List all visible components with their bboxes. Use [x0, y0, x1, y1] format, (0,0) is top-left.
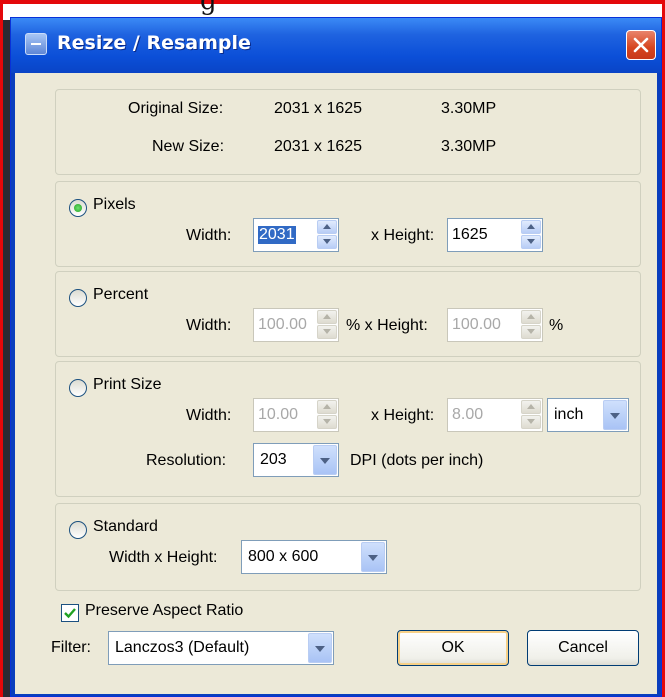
size-info-panel: Original Size: 2031 x 1625 3.30MP New Si…	[55, 89, 641, 175]
standard-radio-label[interactable]: Standard	[93, 518, 158, 536]
percent-width-value[interactable]: 100.00	[258, 316, 307, 334]
window-menu-icon[interactable]	[25, 33, 47, 55]
pixels-width-value[interactable]: 2031	[258, 226, 296, 244]
chevron-down-icon[interactable]	[361, 542, 385, 572]
background-caption: g	[200, 0, 217, 16]
ok-button[interactable]: OK	[397, 630, 509, 666]
pixels-height-label: x Height:	[371, 227, 435, 244]
resolution-value[interactable]: 203	[260, 451, 287, 469]
spin-down-icon[interactable]	[521, 325, 541, 339]
pixels-radio[interactable]	[69, 199, 87, 217]
print-height-label: x Height:	[371, 407, 435, 424]
spin-up-icon[interactable]	[317, 220, 337, 234]
new-size-dims: 2031 x 1625	[274, 138, 363, 155]
print-unit-select[interactable]: inch	[547, 398, 629, 432]
pixels-height-field[interactable]: 1625	[447, 218, 543, 252]
dialog-title: Resize / Resample	[57, 32, 251, 54]
pixels-width-label: Width:	[186, 227, 232, 244]
pixels-height-value[interactable]: 1625	[452, 226, 488, 244]
spin-up-icon[interactable]	[317, 400, 337, 414]
print-width-value[interactable]: 10.00	[258, 406, 298, 424]
dialog-client-area: Original Size: 2031 x 1625 3.30MP New Si…	[15, 73, 657, 694]
percent-panel: Percent Width: 100.00 % x Height: 100.00…	[55, 271, 641, 357]
print-width-field[interactable]: 10.00	[253, 398, 339, 432]
close-icon	[633, 37, 649, 53]
spin-up-icon[interactable]	[521, 310, 541, 324]
original-size-megapixels: 3.30MP	[441, 100, 497, 117]
print-size-radio-label[interactable]: Print Size	[93, 376, 161, 394]
standard-dims-select[interactable]: 800 x 600	[241, 540, 387, 574]
spin-down-icon[interactable]	[317, 325, 337, 339]
filter-label: Filter:	[51, 639, 91, 656]
new-size-label: New Size:	[152, 138, 225, 155]
title-bar[interactable]: Resize / Resample	[11, 18, 661, 73]
spin-up-icon[interactable]	[521, 220, 541, 234]
pixels-width-spinner[interactable]	[317, 220, 337, 250]
standard-radio[interactable]	[69, 521, 87, 539]
new-size-megapixels: 3.30MP	[441, 138, 497, 155]
checkmark-icon	[64, 608, 76, 619]
pixels-height-spinner[interactable]	[521, 220, 541, 250]
chevron-down-icon[interactable]	[603, 400, 627, 430]
print-size-radio[interactable]	[69, 379, 87, 397]
percent-height-spinner[interactable]	[521, 310, 541, 340]
percent-width-spinner[interactable]	[317, 310, 337, 340]
pixels-panel: Pixels Width: 2031 x Height: 1625	[55, 181, 641, 267]
percent-height-value[interactable]: 100.00	[452, 316, 501, 334]
spin-up-icon[interactable]	[521, 400, 541, 414]
print-width-spinner[interactable]	[317, 400, 337, 430]
filter-value[interactable]: Lanczos3 (Default)	[115, 639, 249, 657]
print-size-panel: Print Size Width: 10.00 x Height: 8.00 i…	[55, 361, 641, 497]
percent-radio-label[interactable]: Percent	[93, 286, 148, 304]
standard-panel: Standard Width x Height: 800 x 600	[55, 503, 641, 591]
print-height-value[interactable]: 8.00	[452, 406, 483, 424]
print-unit-value[interactable]: inch	[554, 406, 583, 424]
resolution-unit: DPI (dots per inch)	[350, 452, 484, 469]
resolution-select[interactable]: 203	[253, 443, 339, 477]
pixels-radio-label[interactable]: Pixels	[93, 196, 136, 214]
print-height-spinner[interactable]	[521, 400, 541, 430]
standard-dims-value[interactable]: 800 x 600	[248, 548, 318, 566]
filter-select[interactable]: Lanczos3 (Default)	[108, 631, 334, 665]
preserve-aspect-label[interactable]: Preserve Aspect Ratio	[85, 602, 243, 620]
percent-height-field[interactable]: 100.00	[447, 308, 543, 342]
resize-dialog: Resize / Resample Original Size: 2031 x …	[10, 17, 662, 697]
spin-up-icon[interactable]	[317, 310, 337, 324]
chevron-down-icon[interactable]	[308, 633, 332, 663]
close-button[interactable]	[626, 30, 656, 60]
pixels-width-field[interactable]: 2031	[253, 218, 339, 252]
cancel-button[interactable]: Cancel	[527, 630, 639, 666]
percent-width-field[interactable]: 100.00	[253, 308, 339, 342]
spin-down-icon[interactable]	[317, 415, 337, 429]
percent-height-label: % x Height:	[346, 317, 428, 334]
spin-down-icon[interactable]	[317, 235, 337, 249]
background-edge	[3, 20, 10, 697]
spin-down-icon[interactable]	[521, 415, 541, 429]
preserve-aspect-checkbox[interactable]	[61, 604, 79, 622]
spin-down-icon[interactable]	[521, 235, 541, 249]
percent-radio[interactable]	[69, 289, 87, 307]
original-size-label: Original Size:	[128, 100, 224, 117]
standard-dims-label: Width x Height:	[109, 549, 218, 566]
resolution-label: Resolution:	[146, 452, 227, 469]
original-size-dims: 2031 x 1625	[274, 100, 363, 117]
print-width-label: Width:	[186, 407, 232, 424]
chevron-down-icon[interactable]	[313, 445, 337, 475]
percent-width-label: Width:	[186, 317, 232, 334]
print-height-field[interactable]: 8.00	[447, 398, 543, 432]
percent-height-unit: %	[549, 317, 564, 334]
